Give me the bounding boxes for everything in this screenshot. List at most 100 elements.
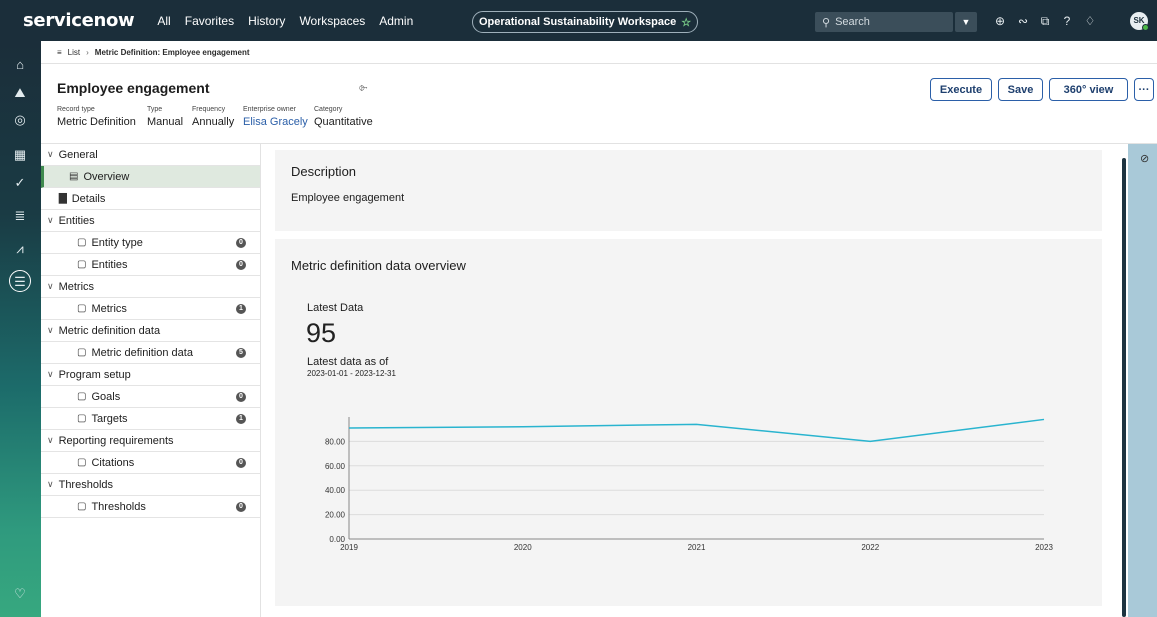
list-icon[interactable]: ☰ xyxy=(9,270,31,292)
y-tick-label: 40.00 xyxy=(325,486,346,495)
tree-group-entities[interactable]: ∨ Entities xyxy=(41,210,260,232)
breadcrumb-list-link[interactable]: List xyxy=(68,48,80,57)
tree-group-label: Thresholds xyxy=(58,478,114,491)
tree-item-label: Goals xyxy=(91,390,121,403)
save-button[interactable]: Save xyxy=(998,78,1043,101)
nav-admin[interactable]: Admin xyxy=(379,14,413,28)
count-badge: 0 xyxy=(236,392,246,402)
meta-record-type: Record type Metric Definition xyxy=(57,106,136,128)
nav-workspaces[interactable]: Workspaces xyxy=(299,14,365,28)
presence-indicator xyxy=(1142,24,1149,31)
meta-category: Category Quantitative xyxy=(314,106,373,128)
tree-group-label: Metric definition data xyxy=(58,324,161,337)
dashboard-icon[interactable]: ⛰ xyxy=(9,82,31,104)
tree-group-label: Metrics xyxy=(58,280,95,293)
tree-item-label: Overview xyxy=(83,170,130,183)
count-badge: 1 xyxy=(236,304,246,314)
chat-icon[interactable]: ∾ xyxy=(1015,13,1031,29)
tree-item-citations[interactable]: ▢ Citations 0 xyxy=(41,452,260,474)
main-content: Description Employee engagement Metric d… xyxy=(261,144,1121,617)
tag-icon[interactable]: ⌱ xyxy=(359,82,368,95)
chevron-right-icon: › xyxy=(86,47,89,57)
chevron-down-icon: ∨ xyxy=(47,479,54,489)
description-text: Employee engagement xyxy=(291,192,405,204)
database-icon[interactable]: ≣ xyxy=(9,205,31,227)
tree-item-thresholds[interactable]: ▢ Thresholds 0 xyxy=(41,496,260,518)
tree-group-program-setup[interactable]: ∨ Program setup xyxy=(41,364,260,386)
tree-group-thresholds[interactable]: ∨ Thresholds xyxy=(41,474,260,496)
execute-button[interactable]: Execute xyxy=(930,78,992,101)
tree-item-details[interactable]: ▇ Details xyxy=(41,188,260,210)
global-search-input[interactable]: ⚲ Search xyxy=(815,12,953,32)
meta-label: Frequency xyxy=(192,106,226,113)
document-icon: ▢ xyxy=(77,391,87,402)
tree-item-overview[interactable]: ▤ Overview xyxy=(41,166,260,188)
chevron-down-icon: ∨ xyxy=(47,215,54,225)
help-icon[interactable]: ? xyxy=(1059,13,1075,29)
document-icon: ▢ xyxy=(77,413,87,424)
check-circle-icon[interactable]: ✓ xyxy=(9,172,31,194)
document-icon: ▢ xyxy=(77,501,87,512)
x-tick-label: 2023 xyxy=(1035,543,1053,552)
scrollbar[interactable] xyxy=(1122,158,1126,617)
tree-item-metric-definition-data[interactable]: ▢ Metric definition data 5 xyxy=(41,342,260,364)
document-icon: ▢ xyxy=(77,259,87,270)
tree-group-metrics[interactable]: ∨ Metrics xyxy=(41,276,260,298)
tree-item-targets[interactable]: ▢ Targets 1 xyxy=(41,408,260,430)
tree-item-label: Details xyxy=(71,192,106,205)
latest-as-of-range: 2023-01-01 - 2023-12-31 xyxy=(307,369,396,378)
avatar[interactable]: SK xyxy=(1130,12,1149,31)
search-scope-dropdown[interactable]: ▼ xyxy=(955,12,977,32)
servicenow-logo[interactable]: servicenow xyxy=(23,10,135,31)
tree-item-entities[interactable]: ▢ Entities 0 xyxy=(41,254,260,276)
heart-pulse-icon[interactable]: ♡ xyxy=(9,583,31,605)
tree-group-label: General xyxy=(58,148,98,161)
meta-label: Category xyxy=(314,106,343,113)
workspace-pill[interactable]: Operational Sustainability Workspace ☆ xyxy=(472,11,698,33)
meta-value: Metric Definition xyxy=(57,116,136,128)
meta-value: Manual xyxy=(147,116,184,128)
table-icon[interactable]: ▦ xyxy=(9,144,31,166)
y-tick-label: 80.00 xyxy=(325,437,346,446)
more-actions-button[interactable]: ··· xyxy=(1134,78,1154,101)
chevron-down-icon: ∨ xyxy=(47,369,54,379)
chevron-down-icon: ∨ xyxy=(47,281,54,291)
chart-icon[interactable]: ⩘ xyxy=(9,238,31,260)
attachment-icon[interactable]: ⊘ xyxy=(1140,152,1149,165)
tree-item-label: Thresholds xyxy=(91,500,146,513)
tree-group-reporting-requirements[interactable]: ∨ Reporting requirements xyxy=(41,430,260,452)
description-card: Description Employee engagement xyxy=(275,150,1102,231)
search-icon: ⚲ xyxy=(822,16,831,29)
x-tick-label: 2020 xyxy=(514,543,532,552)
view-360-button[interactable]: 360° view xyxy=(1049,78,1128,101)
list-menu-icon[interactable]: ≡ xyxy=(57,48,62,57)
count-badge: 0 xyxy=(236,458,246,468)
tree-item-entity-type[interactable]: ▢ Entity type 0 xyxy=(41,232,260,254)
screen-icon[interactable]: ⧉ xyxy=(1037,13,1053,29)
record-header: Employee engagement ⌱ Record type Metric… xyxy=(41,64,1157,144)
document-icon: ▢ xyxy=(77,303,87,314)
nav-history[interactable]: History xyxy=(248,14,285,28)
tree-item-goals[interactable]: ▢ Goals 0 xyxy=(41,386,260,408)
bell-icon[interactable]: ♢ xyxy=(1082,13,1098,29)
tree-group-label: Program setup xyxy=(58,368,131,381)
nav-favorites[interactable]: Favorites xyxy=(185,14,234,28)
star-icon[interactable]: ☆ xyxy=(681,16,691,29)
latest-as-of-label: Latest data as of xyxy=(307,356,389,368)
search-placeholder: Search xyxy=(835,16,870,28)
description-title: Description xyxy=(291,164,357,179)
contextual-side-panel xyxy=(1128,144,1157,617)
tree-group-label: Reporting requirements xyxy=(58,434,174,447)
gauge-icon[interactable]: ◎ xyxy=(9,109,31,131)
enterprise-owner-link[interactable]: Elisa Gracely xyxy=(243,116,308,128)
overview-title: Metric definition data overview xyxy=(291,258,466,273)
tree-group-general[interactable]: ∨ General xyxy=(41,144,260,166)
tree-item-label: Metrics xyxy=(91,302,127,315)
globe-icon[interactable]: ⊕ xyxy=(992,13,1008,29)
nav-all[interactable]: All xyxy=(157,14,170,28)
tree-group-metric-definition-data[interactable]: ∨ Metric definition data xyxy=(41,320,260,342)
home-icon[interactable]: ⌂ xyxy=(9,54,31,76)
document-icon: ▢ xyxy=(77,457,87,468)
tree-item-label: Entity type xyxy=(91,236,143,249)
tree-item-metrics[interactable]: ▢ Metrics 1 xyxy=(41,298,260,320)
